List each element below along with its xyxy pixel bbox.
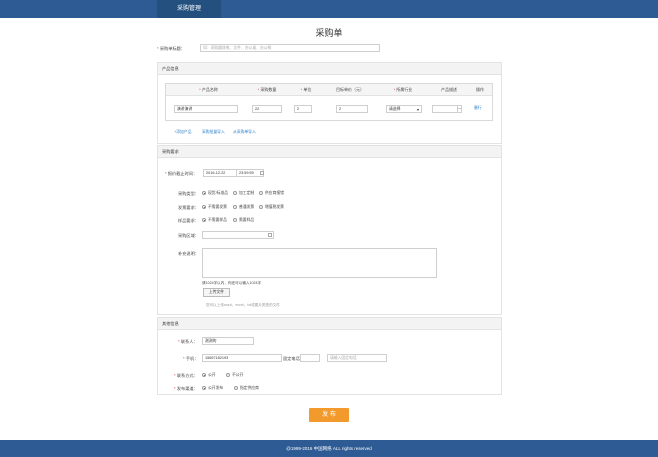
calendar-icon[interactable]	[260, 171, 264, 175]
invoice-option-none: 不需要发票	[208, 205, 227, 209]
notes-textarea[interactable]	[202, 248, 437, 278]
product-unit-input[interactable]: 2	[294, 105, 312, 113]
product-table-header: * 产品名称 * 采购数量 * 单位 目标单价（元） * 所属行业 产品描述 操…	[166, 84, 492, 96]
spinner-down-icon[interactable]	[457, 109, 461, 112]
industry-select[interactable]: 请选择	[386, 105, 422, 113]
contact-input[interactable]: 测测的	[202, 337, 254, 345]
upload-file-button[interactable]: 上传文件	[203, 288, 230, 297]
col-action: 操作	[476, 87, 484, 92]
type-option-supplier: 供应商报错	[265, 191, 284, 195]
product-price-input[interactable]: 2	[336, 105, 368, 113]
col-target-price: 目标单价（元）	[336, 87, 364, 92]
invoice-label: 发票要求：	[178, 205, 199, 210]
chevron-down-icon	[417, 108, 419, 111]
contact-method-option-private: 不公开	[232, 373, 244, 377]
col-unit: * 单位	[300, 87, 312, 92]
sample-radio-none[interactable]	[202, 218, 206, 222]
col-quantity: * 采购数量	[257, 87, 277, 92]
phone-label: * 手机：	[183, 356, 199, 361]
region-picker-icon[interactable]	[268, 233, 272, 237]
sample-option-required: 需要样品	[239, 218, 255, 222]
purchase-title-label: * 采购单标题：	[157, 46, 185, 51]
publish-radio-designated[interactable]	[234, 386, 238, 390]
contact-label: * 联系人：	[178, 339, 198, 344]
phone-input[interactable]: 15657182193	[202, 354, 282, 362]
delete-row-link[interactable]: 删行	[474, 106, 482, 111]
landline-input[interactable]: 请输入固定电话	[327, 354, 387, 362]
contact-method-radio-public[interactable]	[202, 373, 206, 377]
contact-method-label: * 联系方式：	[174, 373, 198, 378]
invoice-radio-vat[interactable]	[259, 205, 263, 209]
type-option-custom: 加工定制	[239, 191, 255, 195]
type-option-standard: 现货/标准品	[208, 191, 229, 195]
notes-char-counter: 请1024字以内，你还可以输入1024字	[202, 281, 262, 285]
batch-import-link[interactable]: 采购批量导入	[202, 130, 225, 135]
region-label: 采购区域：	[178, 233, 199, 238]
type-radio-standard[interactable]	[202, 191, 206, 195]
purchase-title-input[interactable]: 如：采购圆珠笔、文件、办公桌、办公椅	[200, 44, 380, 52]
page-title: 采购单	[315, 28, 343, 38]
col-industry: * 所属行业	[393, 87, 413, 92]
landline-area-input[interactable]	[300, 354, 320, 362]
col-product-name: * 产品名称	[199, 87, 218, 92]
product-info-header: 产品信息	[158, 63, 501, 75]
publish-button[interactable]: 发 布	[309, 408, 349, 422]
publish-channel-label: * 发布渠道：	[174, 386, 198, 391]
product-quantity-input[interactable]: 22	[252, 105, 282, 113]
deadline-label: * 报价截止时间：	[165, 171, 198, 176]
import-from-order-link[interactable]: 从采购单导入	[233, 130, 256, 135]
col-description: 产品描述	[441, 87, 457, 92]
type-radio-supplier[interactable]	[259, 191, 263, 195]
purchase-type-label: 采购类型：	[178, 191, 199, 196]
publish-option-public: 公开发布	[208, 386, 224, 390]
nav-tab-purchase-management[interactable]: 采购管理	[157, 0, 221, 18]
product-table: * 产品名称 * 采购数量 * 单位 目标单价（元） * 所属行业 产品描述 操…	[165, 83, 493, 121]
contact-method-radio-private[interactable]	[226, 373, 230, 377]
publish-option-designated: 指定供应商	[240, 386, 259, 390]
requirements-header: 采购要求	[158, 146, 501, 158]
invoice-radio-normal[interactable]	[233, 205, 237, 209]
upload-hint: 您可以上传word、excel、txt或图片类型的文件	[206, 303, 280, 307]
industry-select-value: 请选择	[389, 107, 401, 111]
sample-radio-required[interactable]	[233, 218, 237, 222]
invoice-option-normal: 普通发票	[239, 205, 255, 209]
deadline-date-input[interactable]: 2016-12-22	[203, 169, 237, 177]
region-input[interactable]	[202, 231, 274, 239]
footer: @1999-2016 中国网络 ALL rights reserved	[0, 440, 658, 457]
product-name-input[interactable]: 演讲演讲	[174, 105, 238, 113]
contact-method-option-public: 公开	[208, 373, 216, 377]
sample-label: 样品要求：	[178, 218, 199, 223]
other-info-header: 其他信息	[158, 318, 501, 330]
notes-label: 补充说明：	[178, 251, 199, 256]
publish-radio-public[interactable]	[202, 386, 206, 390]
invoice-radio-none[interactable]	[202, 205, 206, 209]
add-product-link[interactable]: +添加产品	[174, 130, 191, 135]
sample-option-none: 不需要样品	[208, 218, 227, 222]
top-nav-bar: 采购管理	[0, 0, 658, 18]
type-radio-custom[interactable]	[233, 191, 237, 195]
invoice-option-vat: 增值税发票	[265, 205, 284, 209]
product-description-input[interactable]	[432, 105, 462, 113]
